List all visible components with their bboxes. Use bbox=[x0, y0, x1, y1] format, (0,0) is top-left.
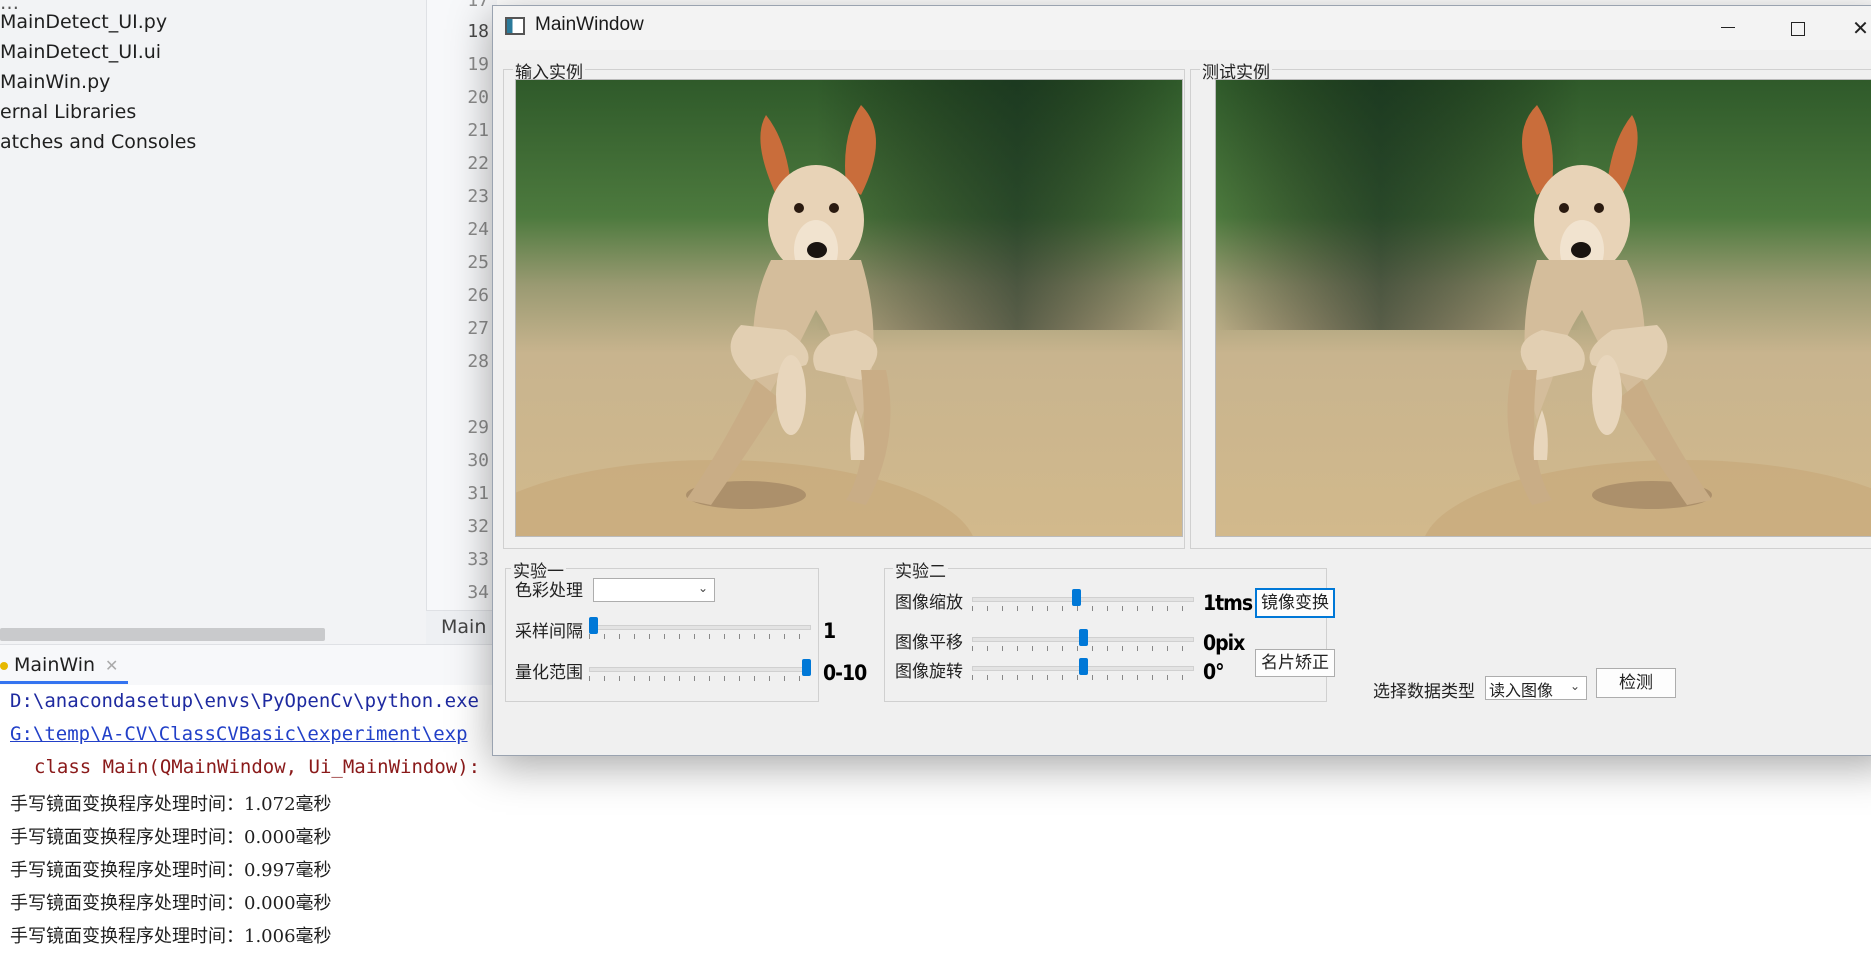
slider-ticks bbox=[589, 634, 811, 639]
quant-range-value: 0-100 bbox=[823, 661, 867, 685]
dog-photo-input bbox=[516, 80, 1182, 536]
tree-item-maindetect-ui-py[interactable]: MainDetect_UI.py bbox=[0, 7, 167, 37]
close-icon[interactable]: ✕ bbox=[105, 656, 118, 675]
chevron-down-icon: ⌄ bbox=[697, 581, 708, 595]
dog-photo-mirrored bbox=[1216, 80, 1871, 536]
run-tab-mainwin[interactable]: MainWin ✕ bbox=[0, 650, 118, 680]
line-number: 17 bbox=[467, 0, 489, 11]
slider-handle[interactable] bbox=[1072, 589, 1082, 606]
tree-item-mainwin-py[interactable]: MainWin.py bbox=[0, 67, 110, 97]
color-process-combo[interactable]: ⌄ bbox=[593, 578, 715, 602]
detect-button[interactable]: 检测 bbox=[1596, 668, 1676, 698]
slider-ticks bbox=[972, 675, 1194, 680]
console-link[interactable]: G:\temp\A-CV\ClassCVBasic\experiment\exp bbox=[10, 723, 468, 745]
line-number: 19 bbox=[467, 54, 489, 75]
console-output: 手写镜面变换程序处理时间：0.000毫秒 bbox=[10, 827, 332, 848]
chevron-down-icon: ⌄ bbox=[1569, 679, 1580, 693]
run-tab-indicator bbox=[0, 681, 128, 684]
line-number: 27 bbox=[467, 318, 489, 339]
app-icon bbox=[505, 17, 525, 35]
line-number: 32 bbox=[467, 516, 489, 537]
scale-value: 1tms bbox=[1203, 591, 1253, 615]
sample-interval-label: 采样间隔 bbox=[515, 622, 583, 642]
console-output: 手写镜面变换程序处理时间：1.072毫秒 bbox=[10, 794, 332, 815]
quant-range-label: 量化范围 bbox=[515, 663, 583, 683]
console-output: 手写镜面变换程序处理时间：0.000毫秒 bbox=[10, 893, 332, 914]
python-icon bbox=[0, 661, 8, 670]
window-titlebar[interactable]: MainWindow ✕ bbox=[493, 6, 1871, 50]
sample-interval-value: 1 bbox=[823, 619, 836, 643]
input-image bbox=[515, 79, 1183, 537]
console-output: 手写镜面变换程序处理时间：0.997毫秒 bbox=[10, 860, 332, 881]
editor-gutter: 17 18 19 20 21 22 23 24 25 26 27 28 29 3… bbox=[426, 0, 497, 644]
exp2-title: 实验二 bbox=[893, 557, 948, 582]
line-number: 33 bbox=[467, 549, 489, 570]
console-line: D:\anacondasetup\envs\PyOpenCv\python.ex… bbox=[10, 690, 479, 712]
slider-handle[interactable] bbox=[1078, 629, 1088, 646]
slider-ticks bbox=[972, 606, 1194, 611]
line-number: 20 bbox=[467, 87, 489, 108]
data-type-value: 读入图像 bbox=[1489, 681, 1554, 700]
sample-interval-slider[interactable] bbox=[589, 614, 811, 642]
run-tab-label: MainWin bbox=[14, 654, 96, 676]
mirror-transform-button[interactable]: 镜像变换 bbox=[1255, 588, 1335, 618]
slider-ticks bbox=[589, 676, 811, 681]
line-number: 28 bbox=[467, 351, 489, 372]
rotate-label: 图像旋转 bbox=[895, 662, 963, 682]
slider-handle[interactable] bbox=[802, 659, 811, 676]
card-correction-button[interactable]: 名片矫正 bbox=[1255, 649, 1335, 677]
slider-track bbox=[589, 667, 811, 672]
slider-track bbox=[972, 597, 1194, 602]
line-number: 29 bbox=[467, 417, 489, 438]
scale-slider[interactable] bbox=[972, 586, 1194, 614]
console-output: 手写镜面变换程序处理时间：1.006毫秒 bbox=[10, 926, 332, 947]
line-number: 34 bbox=[467, 582, 489, 603]
data-type-combo[interactable]: 读入图像 ⌄ bbox=[1485, 676, 1587, 700]
slider-handle[interactable] bbox=[1078, 658, 1088, 675]
shift-slider[interactable] bbox=[972, 626, 1194, 654]
output-image bbox=[1215, 79, 1871, 537]
quant-range-slider[interactable] bbox=[589, 656, 811, 684]
tree-item-external-libraries[interactable]: ernal Libraries bbox=[0, 97, 136, 127]
slider-handle[interactable] bbox=[589, 617, 598, 634]
line-number: 31 bbox=[467, 483, 489, 504]
minimize-icon bbox=[1721, 27, 1735, 28]
main-window: MainWindow ✕ 输入实例 测试实例 实验一 色彩处理 ⌄ 采样间隔 1… bbox=[492, 5, 1871, 756]
line-number: 24 bbox=[467, 219, 489, 240]
slider-ticks bbox=[972, 646, 1194, 651]
close-window-button[interactable]: ✕ bbox=[1838, 6, 1871, 50]
project-tree-panel: … MainDetect_UI.py MainDetect_UI.ui Main… bbox=[0, 0, 426, 644]
tree-item-maindetect-ui-ui[interactable]: MainDetect_UI.ui bbox=[0, 37, 161, 67]
rotate-slider[interactable] bbox=[972, 655, 1194, 683]
line-number: 30 bbox=[467, 450, 489, 471]
maximize-icon bbox=[1791, 22, 1805, 36]
shift-label: 图像平移 bbox=[895, 633, 963, 653]
data-type-label: 选择数据类型 bbox=[1373, 682, 1475, 702]
line-number: 23 bbox=[467, 186, 489, 207]
horizontal-scrollbar[interactable] bbox=[0, 628, 325, 641]
shift-value: 0pix bbox=[1203, 631, 1245, 655]
console-line: class Main(QMainWindow, Ui_MainWindow): bbox=[34, 756, 481, 778]
maximize-button[interactable] bbox=[1768, 6, 1828, 50]
tree-item-scratches[interactable]: atches and Consoles bbox=[0, 127, 196, 157]
scale-label: 图像缩放 bbox=[895, 593, 963, 613]
line-number: 22 bbox=[467, 153, 489, 174]
window-title: MainWindow bbox=[535, 14, 644, 35]
slider-track bbox=[589, 625, 811, 630]
line-number: 26 bbox=[467, 285, 489, 306]
rotate-value: 0° bbox=[1203, 660, 1225, 684]
line-number: 18 bbox=[467, 21, 489, 42]
line-number: 25 bbox=[467, 252, 489, 273]
line-number: 21 bbox=[467, 120, 489, 141]
color-process-label: 色彩处理 bbox=[515, 581, 583, 601]
minimize-button[interactable] bbox=[1698, 6, 1758, 50]
